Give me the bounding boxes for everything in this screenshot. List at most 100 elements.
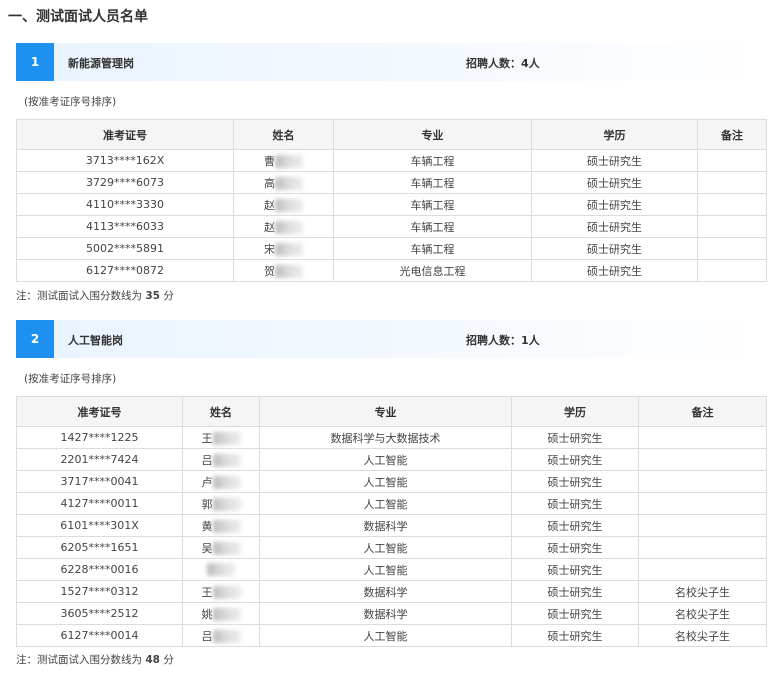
table-row: 4110****3330 赵 车辆工程 硕士研究生 <box>16 193 767 216</box>
major-cell: 数据科学 <box>259 580 512 603</box>
table-row: 2201****7424 吕 人工智能 硕士研究生 <box>16 448 767 471</box>
education-cell: 硕士研究生 <box>531 171 698 194</box>
col-header-remark: 备注 <box>697 119 767 150</box>
col-header-major: 专业 <box>333 119 532 150</box>
education-cell: 硕士研究生 <box>511 492 639 515</box>
exam-id-cell: 6205****1651 <box>16 536 183 559</box>
redacted-name-mask <box>212 520 241 533</box>
candidate-table: 准考证号 姓名 专业 学历 备注 1427****1225 王 数据科学与大数据技术… <box>16 396 767 647</box>
table-body: 3713****162X 曹车辆工程 硕士研究生 3729****6073 高车辆工程硕… <box>16 149 767 282</box>
name-cell: 贺 <box>233 259 334 282</box>
exam-id-cell: 6228****0016 <box>16 558 183 581</box>
major-cell: 车辆工程 <box>333 193 532 216</box>
exam-id-cell: 6127****0872 <box>16 259 234 282</box>
table-body: 1427****1225 王数据科学与大数据技术 硕士研究生 2201****7424… <box>16 426 767 647</box>
position-name: 新能源管理岗 <box>68 57 134 70</box>
cutoff-note: 注：测试面试入围分数线为 35 分 <box>16 288 174 303</box>
exam-id-cell: 1427****1225 <box>16 426 183 449</box>
redacted-name-mask <box>212 432 241 445</box>
candidate-table: 准考证号 姓名 专业 学历 备注 3713****162X 曹车辆工程 硕士研究生 3… <box>16 119 767 282</box>
remark-cell <box>638 448 767 471</box>
remark-cell <box>638 470 767 493</box>
remark-cell <box>697 237 767 260</box>
name-cell: 姚 <box>182 602 260 625</box>
candidate-surname: 吴 <box>201 541 213 555</box>
candidate-surname: 姚 <box>201 607 213 621</box>
col-header-name: 姓名 <box>182 396 260 427</box>
name-cell: 吕 <box>182 448 260 471</box>
remark-cell <box>638 426 767 449</box>
redacted-name-mask <box>275 265 303 278</box>
table-row: 3713****162X 曹 车辆工程 硕士研究生 <box>16 149 767 172</box>
name-cell: 赵 <box>233 193 334 216</box>
education-cell: 硕士研究生 <box>531 237 698 260</box>
col-header-education: 学历 <box>511 396 639 427</box>
table-header-row: 准考证号 姓名 专业 学历 备注 <box>16 119 767 150</box>
redacted-name-mask <box>212 586 241 599</box>
candidate-surname: 贺 <box>264 264 275 278</box>
table-row: 6127****0872 贺 光电信息工程 硕士研究生 <box>16 259 767 282</box>
redacted-name-mask <box>275 243 303 256</box>
cutoff-note-prefix: 注：测试面试入围分数线为 <box>16 654 142 666</box>
major-cell: 数据科学与大数据技术 <box>259 426 512 449</box>
education-cell: 硕士研究生 <box>511 602 639 625</box>
col-header-name: 姓名 <box>233 119 334 150</box>
education-cell: 硕士研究生 <box>531 149 698 172</box>
exam-id-cell: 6127****0014 <box>16 624 183 647</box>
exam-id-cell: 4127****0011 <box>16 492 183 515</box>
redacted-name-mask <box>212 630 241 643</box>
section-header: 1 新能源管理岗 招聘人数：4人 <box>16 43 766 81</box>
education-cell: 硕士研究生 <box>511 558 639 581</box>
candidate-surname: 曹 <box>264 154 275 168</box>
remark-cell <box>697 215 767 238</box>
major-cell: 车辆工程 <box>333 215 532 238</box>
education-cell: 硕士研究生 <box>511 514 639 537</box>
candidate-surname: 吕 <box>201 453 213 467</box>
table-row: 6127****0014 吕 人工智能 硕士研究生 名校尖子生 <box>16 624 767 647</box>
redacted-name-mask <box>275 221 303 234</box>
col-header-exam-id: 准考证号 <box>16 396 183 427</box>
col-header-major: 专业 <box>259 396 512 427</box>
education-cell: 硕士研究生 <box>511 624 639 647</box>
cutoff-score: 35 <box>145 290 160 302</box>
recruit-count: 招聘人数：1人 <box>466 334 540 347</box>
position-section-1: 1 新能源管理岗 招聘人数：4人 (按准考证序号排序) 准考证号 姓名 专业 学… <box>16 43 767 302</box>
education-cell: 硕士研究生 <box>531 193 698 216</box>
table-row: 5002****5891 宋 车辆工程 硕士研究生 <box>16 237 767 260</box>
major-cell: 人工智能 <box>259 624 512 647</box>
major-cell: 人工智能 <box>259 492 512 515</box>
candidate-surname: 吕 <box>201 629 213 643</box>
redacted-name-mask <box>212 498 241 511</box>
candidate-surname: 王 <box>201 585 213 599</box>
exam-id-cell: 1527****0312 <box>16 580 183 603</box>
major-cell: 人工智能 <box>259 448 512 471</box>
name-cell: 吴 <box>182 536 260 559</box>
table-row: 6205****1651 吴 人工智能 硕士研究生 <box>16 536 767 559</box>
table-row: 4113****6033 赵 车辆工程 硕士研究生 <box>16 215 767 238</box>
major-cell: 人工智能 <box>259 558 512 581</box>
section-number-badge: 1 <box>16 43 54 81</box>
page-title: 一、测试面试人员名单 <box>8 9 148 25</box>
name-cell: 卢 <box>182 470 260 493</box>
cutoff-note: 注：测试面试入围分数线为 48 分 <box>16 652 174 667</box>
sort-note: (按准考证序号排序) <box>24 373 117 385</box>
education-cell: 硕士研究生 <box>531 259 698 282</box>
cutoff-score: 48 <box>145 654 160 666</box>
name-cell: 宋 <box>233 237 334 260</box>
redacted-name-mask <box>212 476 241 489</box>
table-row: 3605****2512 姚 数据科学 硕士研究生 名校尖子生 <box>16 602 767 625</box>
table-row: 6101****301X 黄 数据科学 硕士研究生 <box>16 514 767 537</box>
name-cell: 高 <box>233 171 334 194</box>
cutoff-note-suffix: 分 <box>163 654 174 666</box>
name-cell: 王 <box>182 580 260 603</box>
education-cell: 硕士研究生 <box>511 426 639 449</box>
remark-cell <box>638 558 767 581</box>
redacted-name-mask <box>212 608 241 621</box>
major-cell: 车辆工程 <box>333 237 532 260</box>
remark-cell <box>697 149 767 172</box>
exam-id-cell: 3605****2512 <box>16 602 183 625</box>
table-row: 1427****1225 王 数据科学与大数据技术 硕士研究生 <box>16 426 767 449</box>
major-cell: 车辆工程 <box>333 171 532 194</box>
major-cell: 数据科学 <box>259 602 512 625</box>
col-header-remark: 备注 <box>638 396 767 427</box>
